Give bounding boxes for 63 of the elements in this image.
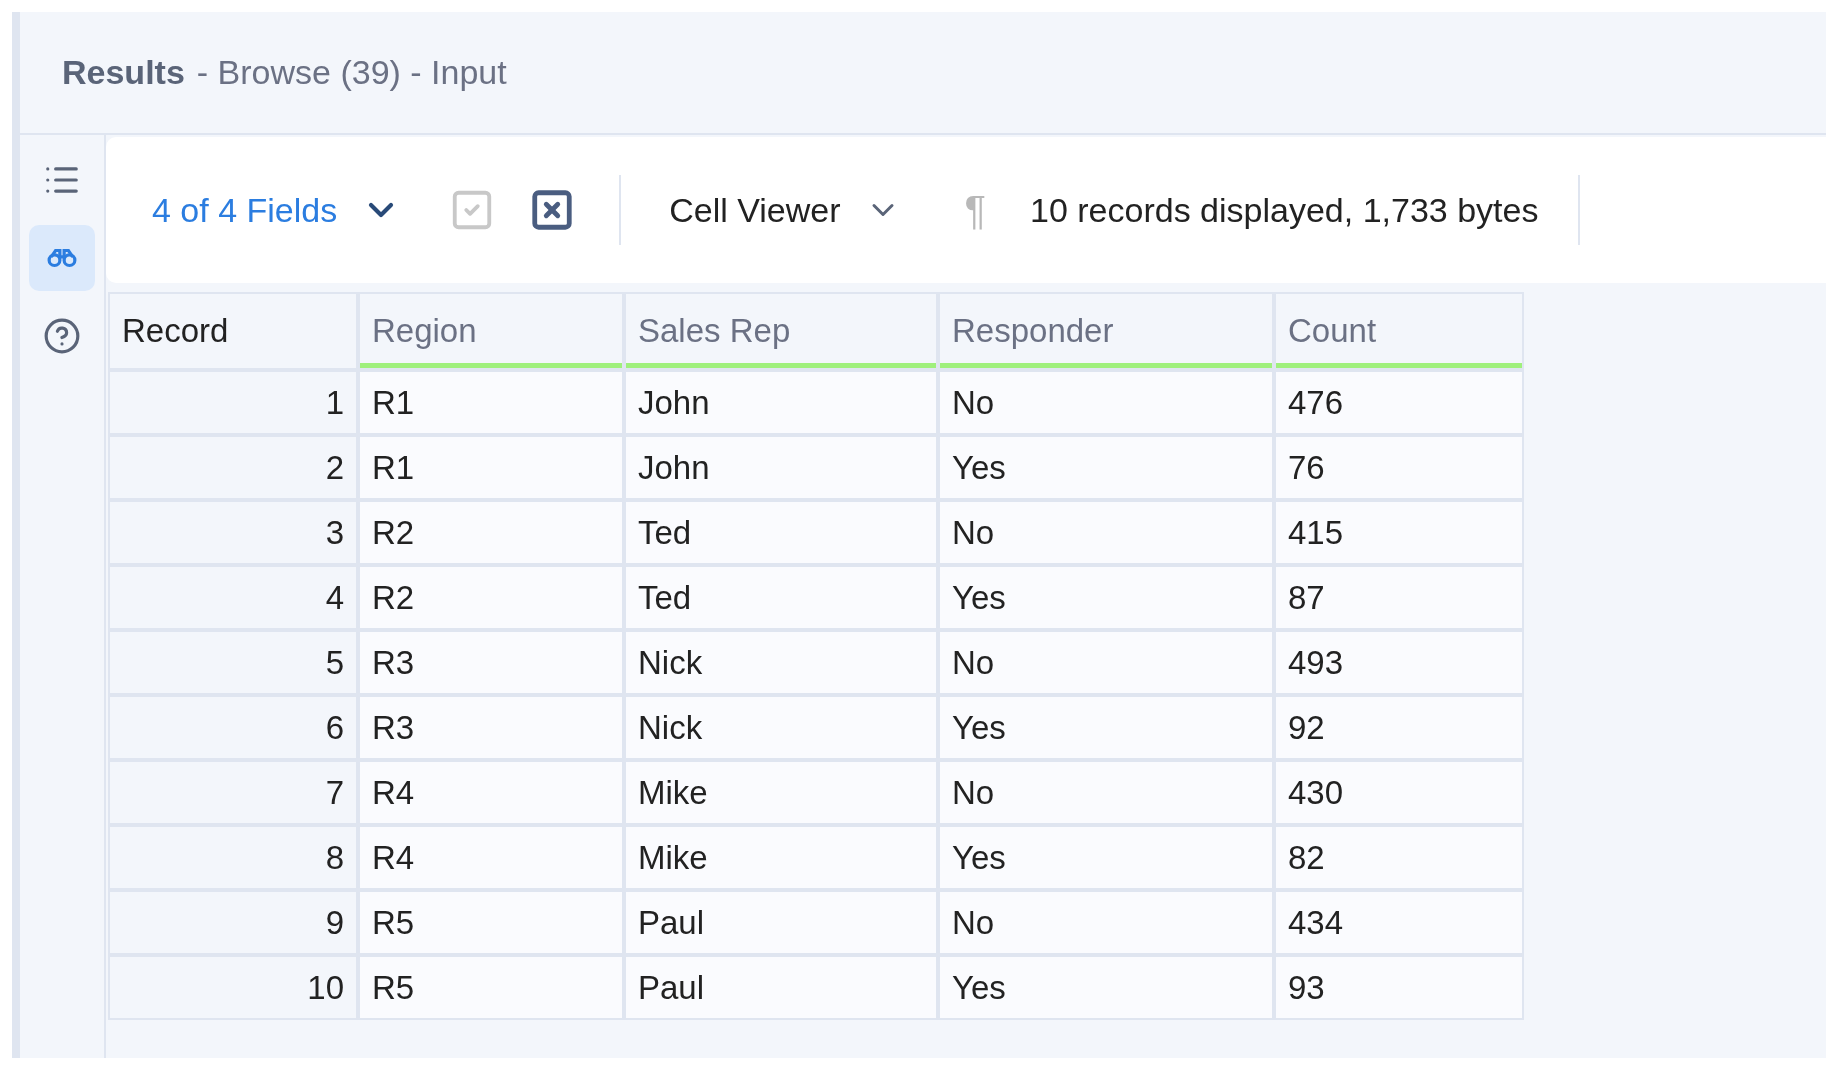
table-cell: 92 <box>1276 697 1522 758</box>
row-number: 8 <box>110 827 356 888</box>
column-header[interactable]: Sales Rep <box>626 294 936 368</box>
table-cell: 93 <box>1276 957 1522 1018</box>
panel-title: Results <box>62 52 185 93</box>
table-cell: R5 <box>360 892 622 953</box>
table-cell: 476 <box>1276 372 1522 433</box>
table-cell: 87 <box>1276 567 1522 628</box>
table-cell: No <box>940 892 1272 953</box>
table-cell: R2 <box>360 567 622 628</box>
sidebar-tab[interactable] <box>29 225 95 291</box>
table-cell: No <box>940 762 1272 823</box>
table-cell: R5 <box>360 957 622 1018</box>
table-cell: R3 <box>360 697 622 758</box>
column-header[interactable]: Region <box>360 294 622 368</box>
table-cell: Yes <box>940 437 1272 498</box>
column-header[interactable]: Responder <box>940 294 1272 368</box>
table-cell: Mike <box>626 762 936 823</box>
fields-dropdown[interactable]: 4 of 4 Fields <box>152 184 402 236</box>
binoculars-icon <box>47 248 77 268</box>
table-cell: Paul <box>626 957 936 1018</box>
row-number: 5 <box>110 632 356 693</box>
table-cell: Ted <box>626 502 936 563</box>
table-cell: Yes <box>940 827 1272 888</box>
table-cell: Nick <box>626 697 936 758</box>
table-cell: R1 <box>360 437 622 498</box>
table-cell: 430 <box>1276 762 1522 823</box>
row-number: 4 <box>110 567 356 628</box>
row-number: 1 <box>110 372 356 433</box>
row-number: 9 <box>110 892 356 953</box>
table-cell: 76 <box>1276 437 1522 498</box>
panel-subtitle: - Browse (39) - Input <box>196 52 507 93</box>
table-cell: Paul <box>626 892 936 953</box>
table-cell: R2 <box>360 502 622 563</box>
row-number: 7 <box>110 762 356 823</box>
row-number: 3 <box>110 502 356 563</box>
table-cell: R4 <box>360 762 622 823</box>
table-cell: Nick <box>626 632 936 693</box>
table-cell: Yes <box>940 567 1272 628</box>
help-icon <box>43 317 81 355</box>
table-cell: R4 <box>360 827 622 888</box>
table-cell: Yes <box>940 957 1272 1018</box>
table-cell: R3 <box>360 632 622 693</box>
table-cell: John <box>626 372 936 433</box>
column-header[interactable]: Count <box>1276 294 1522 368</box>
cell-viewer-dropdown[interactable]: Cell Viewer <box>669 184 901 236</box>
table-cell: Yes <box>940 697 1272 758</box>
table-cell: John <box>626 437 936 498</box>
table-cell: 434 <box>1276 892 1522 953</box>
table-cell: Ted <box>626 567 936 628</box>
table-cell: 82 <box>1276 827 1522 888</box>
row-number: 6 <box>110 697 356 758</box>
table-cell: No <box>940 632 1272 693</box>
table-cell: No <box>940 502 1272 563</box>
table-cell: R1 <box>360 372 622 433</box>
table-cell: Mike <box>626 827 936 888</box>
column-header[interactable]: Record <box>110 294 356 368</box>
row-number: 2 <box>110 437 356 498</box>
table-cell: 415 <box>1276 502 1522 563</box>
records-status: 10 records displayed, 1,733 bytes <box>1030 189 1539 231</box>
table-cell: No <box>940 372 1272 433</box>
table-cell: 493 <box>1276 632 1522 693</box>
row-number: 10 <box>110 957 356 1018</box>
